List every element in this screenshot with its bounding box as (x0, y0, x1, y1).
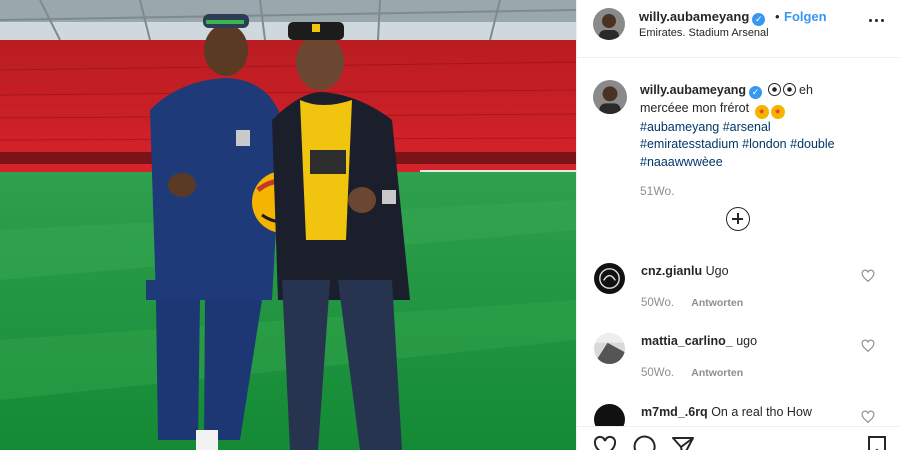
post-photo[interactable] (0, 0, 576, 450)
location-link[interactable]: Emirates. Stadium Arsenal (639, 27, 769, 39)
caption-timestamp: 51Wo. (640, 184, 675, 198)
share-icon[interactable] (671, 435, 695, 450)
author-username-text[interactable]: willy.aubameyang (639, 9, 749, 24)
commenter-username[interactable]: cnz.gianlu (641, 264, 702, 278)
commenter-avatar[interactable] (594, 333, 625, 364)
bookmark-icon[interactable] (865, 435, 889, 450)
hashtag-link[interactable]: #london (742, 137, 787, 151)
comment-body: ugo (736, 334, 758, 348)
comment-like-heart-icon[interactable] (861, 410, 875, 424)
hashtag-link[interactable]: #emiratesstadium (640, 137, 739, 151)
comment-body: Ugo (705, 264, 729, 278)
star-struck-emoji-icon: ★ (754, 104, 769, 119)
header-separator: • (775, 9, 780, 24)
soccer-ball-icon (767, 83, 781, 96)
comment-timestamp: 50Wo. (641, 297, 675, 309)
comment-icon[interactable] (633, 435, 657, 450)
commenter-username[interactable]: mattia_carlino_ (641, 334, 733, 348)
stadium-photo (0, 0, 576, 450)
caption-author-avatar[interactable] (593, 80, 627, 114)
comment-timestamp: 50Wo. (641, 367, 675, 379)
hashtag-link[interactable]: #naaawwwèee (640, 155, 723, 169)
caption-hashtags: #aubameyang #arsenal #emiratesstadium #l… (640, 120, 835, 169)
heart-icon[interactable] (593, 435, 617, 450)
comment-like-heart-icon[interactable] (861, 269, 875, 283)
reply-button[interactable]: Antworten (691, 297, 743, 309)
author-username[interactable]: willy.aubameyang ✓ (639, 9, 766, 26)
reply-button[interactable]: Antworten (691, 367, 743, 379)
comment-meta: 50Wo. Antworten (641, 297, 743, 309)
star-struck-emoji-icon: ★ (770, 104, 785, 119)
comment-item: cnz.gianlu Ugo 50Wo. Antworten (577, 263, 900, 323)
comment-text: m7md_.6rq On a real tho How (641, 405, 812, 419)
soccer-ball-icon (782, 83, 796, 96)
post-header: willy.aubameyang ✓ • Folgen Emirates. Sta… (577, 0, 900, 58)
hashtag-link[interactable]: #arsenal (723, 120, 771, 134)
comment-meta: 50Wo. Antworten (641, 367, 743, 379)
load-more-comments-button[interactable] (726, 207, 750, 231)
caption-username[interactable]: willy.aubameyang (640, 83, 746, 97)
hashtag-link[interactable]: #aubameyang (640, 120, 719, 134)
comment-like-heart-icon[interactable] (861, 339, 875, 353)
commenter-username[interactable]: m7md_.6rq (641, 405, 708, 419)
comment-body: On a real tho How (711, 405, 812, 419)
post-side-panel: willy.aubameyang ✓ • Folgen Emirates. Sta… (576, 0, 900, 450)
verified-badge-icon: ✓ (749, 86, 763, 99)
commenter-avatar[interactable] (594, 263, 625, 294)
author-avatar[interactable] (593, 8, 625, 40)
caption-text-line1: eh (799, 83, 813, 97)
more-options-icon[interactable] (867, 10, 887, 30)
comment-item: mattia_carlino_ ugo 50Wo. Antworten (577, 333, 900, 393)
verified-badge-icon: ✓ (752, 13, 766, 26)
caption-body: willy.aubameyang ✓ eh mercéee mon frérot … (640, 82, 880, 171)
post-action-bar (577, 426, 900, 450)
caption-text-line2: mercéee mon frérot (640, 100, 750, 115)
comment-text: mattia_carlino_ ugo (641, 334, 757, 348)
comment-text: cnz.gianlu Ugo (641, 264, 729, 278)
follow-button[interactable]: Folgen (784, 9, 827, 24)
hashtag-link[interactable]: #double (790, 137, 835, 151)
